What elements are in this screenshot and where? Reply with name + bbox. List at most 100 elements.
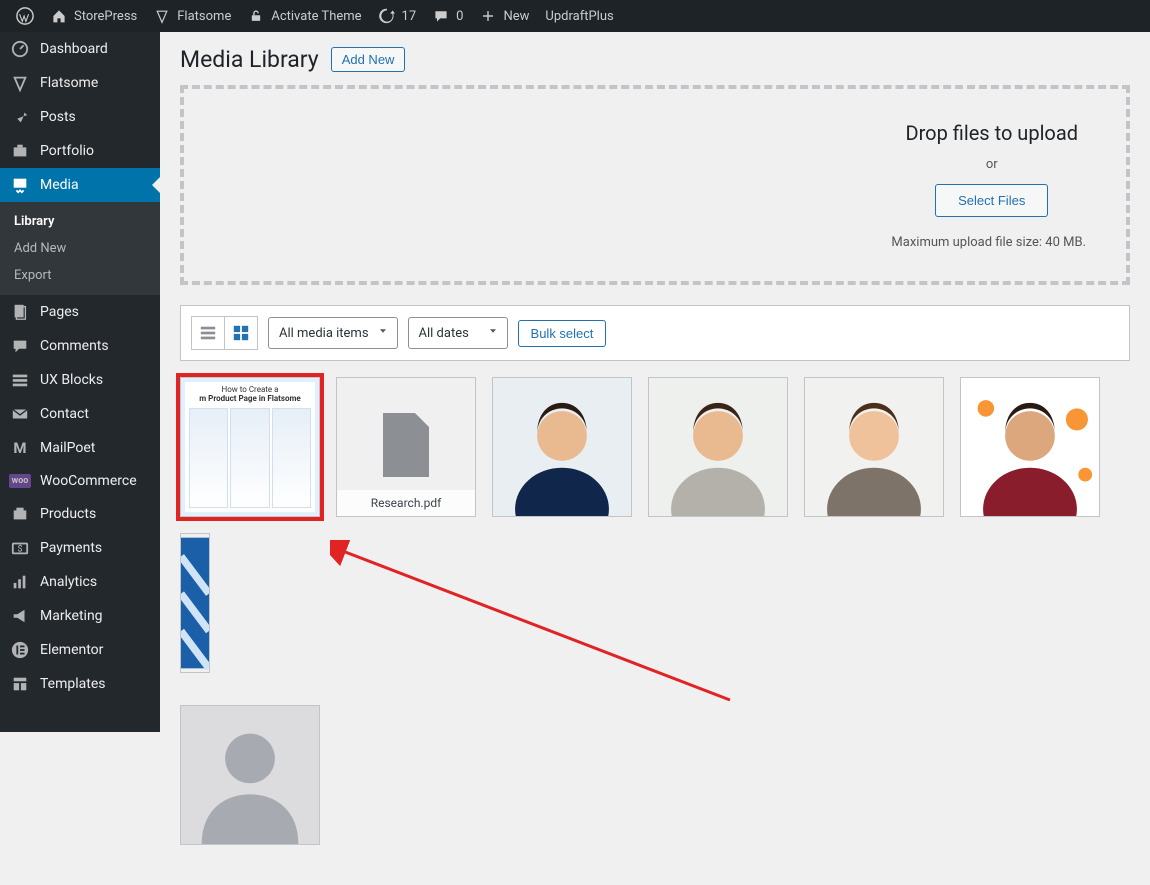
sidebar-item-woocommerce[interactable]: wooWooCommerce bbox=[0, 465, 160, 497]
diamond-icon bbox=[10, 74, 30, 92]
drop-or: or bbox=[986, 157, 998, 172]
sidebar-item-payments[interactable]: $ Payments bbox=[0, 531, 160, 565]
media-item[interactable] bbox=[960, 377, 1100, 517]
sidebar-item-label: WooCommerce bbox=[40, 473, 137, 489]
media-thumbnail bbox=[493, 378, 631, 516]
sidebar-item-mailpoet[interactable]: MMailPoet bbox=[0, 431, 160, 465]
sidebar-item-label: Media bbox=[40, 177, 79, 193]
sidebar-item-media[interactable]: Media bbox=[0, 168, 160, 202]
page-header: Media Library Add New bbox=[180, 42, 1130, 85]
pin-icon bbox=[10, 108, 30, 126]
adminbar: StorePress Flatsome Activate Theme 17 0 … bbox=[0, 0, 1150, 32]
view-switch bbox=[191, 316, 258, 350]
templates-icon bbox=[10, 675, 30, 693]
media-icon bbox=[10, 176, 30, 194]
media-thumbnail bbox=[961, 378, 1099, 516]
sidebar-item-label: Pages bbox=[40, 304, 79, 320]
wordpress-icon bbox=[16, 7, 34, 25]
sidebar-item-label: Dashboard bbox=[40, 41, 108, 57]
blocks-icon bbox=[10, 371, 30, 389]
sidebar-item-marketing[interactable]: Marketing bbox=[0, 599, 160, 633]
adminbar-updates[interactable]: 17 bbox=[370, 0, 425, 32]
admin-sidebar: Dashboard Flatsome Posts Portfolio Media Libr… bbox=[0, 32, 160, 732]
adminbar-new[interactable]: New bbox=[471, 0, 537, 32]
sidebar-item-label: Payments bbox=[40, 540, 102, 556]
media-item[interactable] bbox=[180, 705, 320, 845]
sidebar-item-flatsome[interactable]: Flatsome bbox=[0, 66, 160, 100]
media-thumbnail bbox=[181, 533, 209, 673]
analytics-icon bbox=[10, 573, 30, 591]
sidebar-subitem-library[interactable]: Library bbox=[0, 208, 160, 235]
comments-icon bbox=[10, 337, 30, 355]
media-item[interactable] bbox=[648, 377, 788, 517]
filter-date-value: All dates bbox=[419, 326, 469, 341]
media-thumbnail: How to Create am Product Page in Flatsom… bbox=[181, 378, 319, 516]
plus-icon bbox=[479, 9, 497, 23]
adminbar-theme-name: Flatsome bbox=[177, 9, 231, 24]
sidebar-item-label: Contact bbox=[40, 406, 89, 422]
sidebar-item-contact[interactable]: Contact bbox=[0, 397, 160, 431]
sidebar-item-pages[interactable]: Pages bbox=[0, 295, 160, 329]
avatar-placeholder-icon bbox=[181, 706, 319, 844]
media-thumbnail bbox=[805, 378, 943, 516]
sidebar-item-label: Products bbox=[40, 506, 96, 522]
payments-icon: $ bbox=[10, 539, 30, 557]
sidebar-subitem-export[interactable]: Export bbox=[0, 262, 160, 289]
upload-limit-text: Maximum upload file size: 40 MB. bbox=[891, 235, 1086, 250]
bulk-select-button[interactable]: Bulk select bbox=[518, 320, 607, 347]
adminbar-comments[interactable]: 0 bbox=[424, 0, 471, 32]
adminbar-wp-logo[interactable] bbox=[8, 0, 42, 32]
media-item[interactable]: How to Create am Product Page in Flatsom… bbox=[180, 377, 320, 517]
adminbar-new-label: New bbox=[503, 9, 529, 24]
sidebar-submenu: LibraryAdd NewExport bbox=[0, 202, 160, 295]
select-files-button[interactable]: Select Files bbox=[935, 184, 1048, 217]
upload-dropzone[interactable]: Drop files to upload or Select Files Max… bbox=[180, 85, 1130, 285]
filter-type-select[interactable]: All media items bbox=[268, 317, 398, 349]
sidebar-item-dashboard[interactable]: Dashboard bbox=[0, 32, 160, 66]
sidebar-item-posts[interactable]: Posts bbox=[0, 100, 160, 134]
adminbar-updraft[interactable]: UpdraftPlus bbox=[537, 0, 621, 32]
comment-icon bbox=[432, 8, 450, 24]
media-grid: How to Create am Product Page in Flatsom… bbox=[180, 377, 1130, 845]
home-icon bbox=[50, 8, 68, 24]
sidebar-item-elementor[interactable]: Elementor bbox=[0, 633, 160, 667]
mail-icon bbox=[10, 405, 30, 423]
diamond-icon bbox=[153, 8, 171, 24]
sidebar-item-label: Marketing bbox=[40, 608, 103, 624]
filter-date-select[interactable]: All dates bbox=[408, 317, 508, 349]
sidebar-item-products[interactable]: Products bbox=[0, 497, 160, 531]
sidebar-item-comments[interactable]: Comments bbox=[0, 329, 160, 363]
adminbar-site[interactable]: StorePress bbox=[42, 0, 145, 32]
add-new-button[interactable]: Add New bbox=[331, 47, 406, 72]
sidebar-item-label: UX Blocks bbox=[40, 372, 103, 388]
sidebar-item-portfolio[interactable]: Portfolio bbox=[0, 134, 160, 168]
chevron-down-icon bbox=[487, 325, 499, 341]
sidebar-item-label: Flatsome bbox=[40, 75, 98, 91]
sidebar-subitem-add-new[interactable]: Add New bbox=[0, 235, 160, 262]
sidebar-item-ux-blocks[interactable]: UX Blocks bbox=[0, 363, 160, 397]
view-grid-button[interactable] bbox=[224, 316, 258, 350]
adminbar-comments-count: 0 bbox=[456, 9, 463, 24]
sidebar-item-templates[interactable]: Templates bbox=[0, 667, 160, 701]
sidebar-item-label: Portfolio bbox=[40, 143, 94, 159]
main-content: Media Library Add New Drop files to uplo… bbox=[160, 32, 1150, 885]
svg-text:$: $ bbox=[17, 544, 22, 555]
pages-icon bbox=[10, 303, 30, 321]
media-item[interactable] bbox=[180, 533, 210, 673]
media-item[interactable] bbox=[492, 377, 632, 517]
adminbar-updraft-label: UpdraftPlus bbox=[545, 9, 613, 24]
adminbar-activate[interactable]: Activate Theme bbox=[239, 0, 369, 32]
adminbar-theme[interactable]: Flatsome bbox=[145, 0, 239, 32]
portfolio-icon bbox=[10, 142, 30, 160]
adminbar-site-name: StorePress bbox=[74, 9, 137, 24]
sidebar-item-label: MailPoet bbox=[40, 440, 95, 456]
media-item[interactable] bbox=[804, 377, 944, 517]
view-list-button[interactable] bbox=[191, 316, 225, 350]
media-item[interactable]: Research.pdf bbox=[336, 377, 476, 517]
adminbar-activate-label: Activate Theme bbox=[271, 9, 361, 24]
adminbar-updates-count: 17 bbox=[402, 9, 417, 24]
update-icon bbox=[378, 8, 396, 24]
sidebar-item-label: Analytics bbox=[40, 574, 97, 590]
sidebar-item-analytics[interactable]: Analytics bbox=[0, 565, 160, 599]
document-icon bbox=[379, 413, 433, 481]
